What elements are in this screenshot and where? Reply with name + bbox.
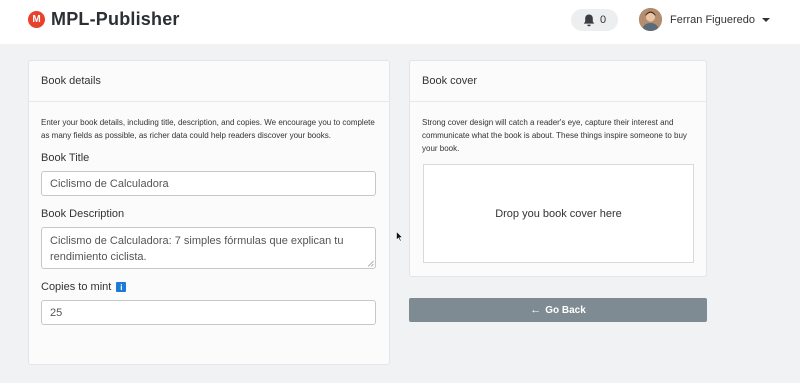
copies-label-text: Copies to mint bbox=[41, 281, 112, 293]
notification-count: 0 bbox=[599, 14, 607, 26]
bell-icon bbox=[583, 14, 595, 26]
book-details-card: Book details Enter your book details, in… bbox=[28, 60, 390, 365]
top-navbar: M MPL-Publisher 0 Ferran Figueredo bbox=[0, 0, 800, 44]
mouse-cursor-icon bbox=[396, 231, 403, 242]
info-icon[interactable]: i bbox=[116, 282, 127, 292]
book-description-label: Book Description bbox=[41, 208, 377, 220]
book-title-label: Book Title bbox=[41, 152, 377, 164]
user-name: Ferran Figueredo bbox=[670, 13, 755, 26]
go-back-label: Go Back bbox=[545, 304, 586, 316]
cover-dropzone[interactable]: Drop you book cover here bbox=[423, 164, 694, 263]
book-cover-intro: Strong cover design will catch a reader'… bbox=[422, 118, 687, 153]
app-title: MPL-Publisher bbox=[51, 9, 180, 29]
book-title-input[interactable] bbox=[41, 171, 376, 196]
copies-input[interactable] bbox=[41, 300, 376, 325]
caret-down-icon bbox=[762, 17, 770, 22]
book-cover-card: Book cover Strong cover design will catc… bbox=[409, 60, 707, 277]
book-description-value: Ciclismo de Calculadora: 7 simples fórmu… bbox=[50, 235, 344, 263]
book-description-label-text: Book Description bbox=[41, 208, 125, 220]
go-back-button[interactable]: ← Go Back bbox=[409, 298, 707, 322]
book-details-intro: Enter your book details, including title… bbox=[41, 118, 375, 140]
arrow-left-icon: ← bbox=[530, 304, 542, 316]
book-description-input[interactable]: Ciclismo de Calculadora: 7 simples fórmu… bbox=[41, 227, 376, 269]
book-cover-header: Book cover bbox=[410, 61, 706, 102]
dropzone-text: Drop you book cover here bbox=[495, 207, 622, 220]
resize-handle-icon[interactable] bbox=[367, 260, 374, 267]
notifications-button[interactable]: 0 bbox=[571, 9, 618, 31]
brand[interactable]: M MPL-Publisher bbox=[28, 9, 180, 30]
copies-label: Copies to mint i bbox=[41, 281, 377, 293]
avatar bbox=[639, 8, 662, 31]
logo-icon: M bbox=[28, 11, 45, 28]
book-title-label-text: Book Title bbox=[41, 152, 90, 164]
user-menu[interactable]: Ferran Figueredo bbox=[639, 8, 770, 31]
book-details-header: Book details bbox=[29, 61, 389, 102]
